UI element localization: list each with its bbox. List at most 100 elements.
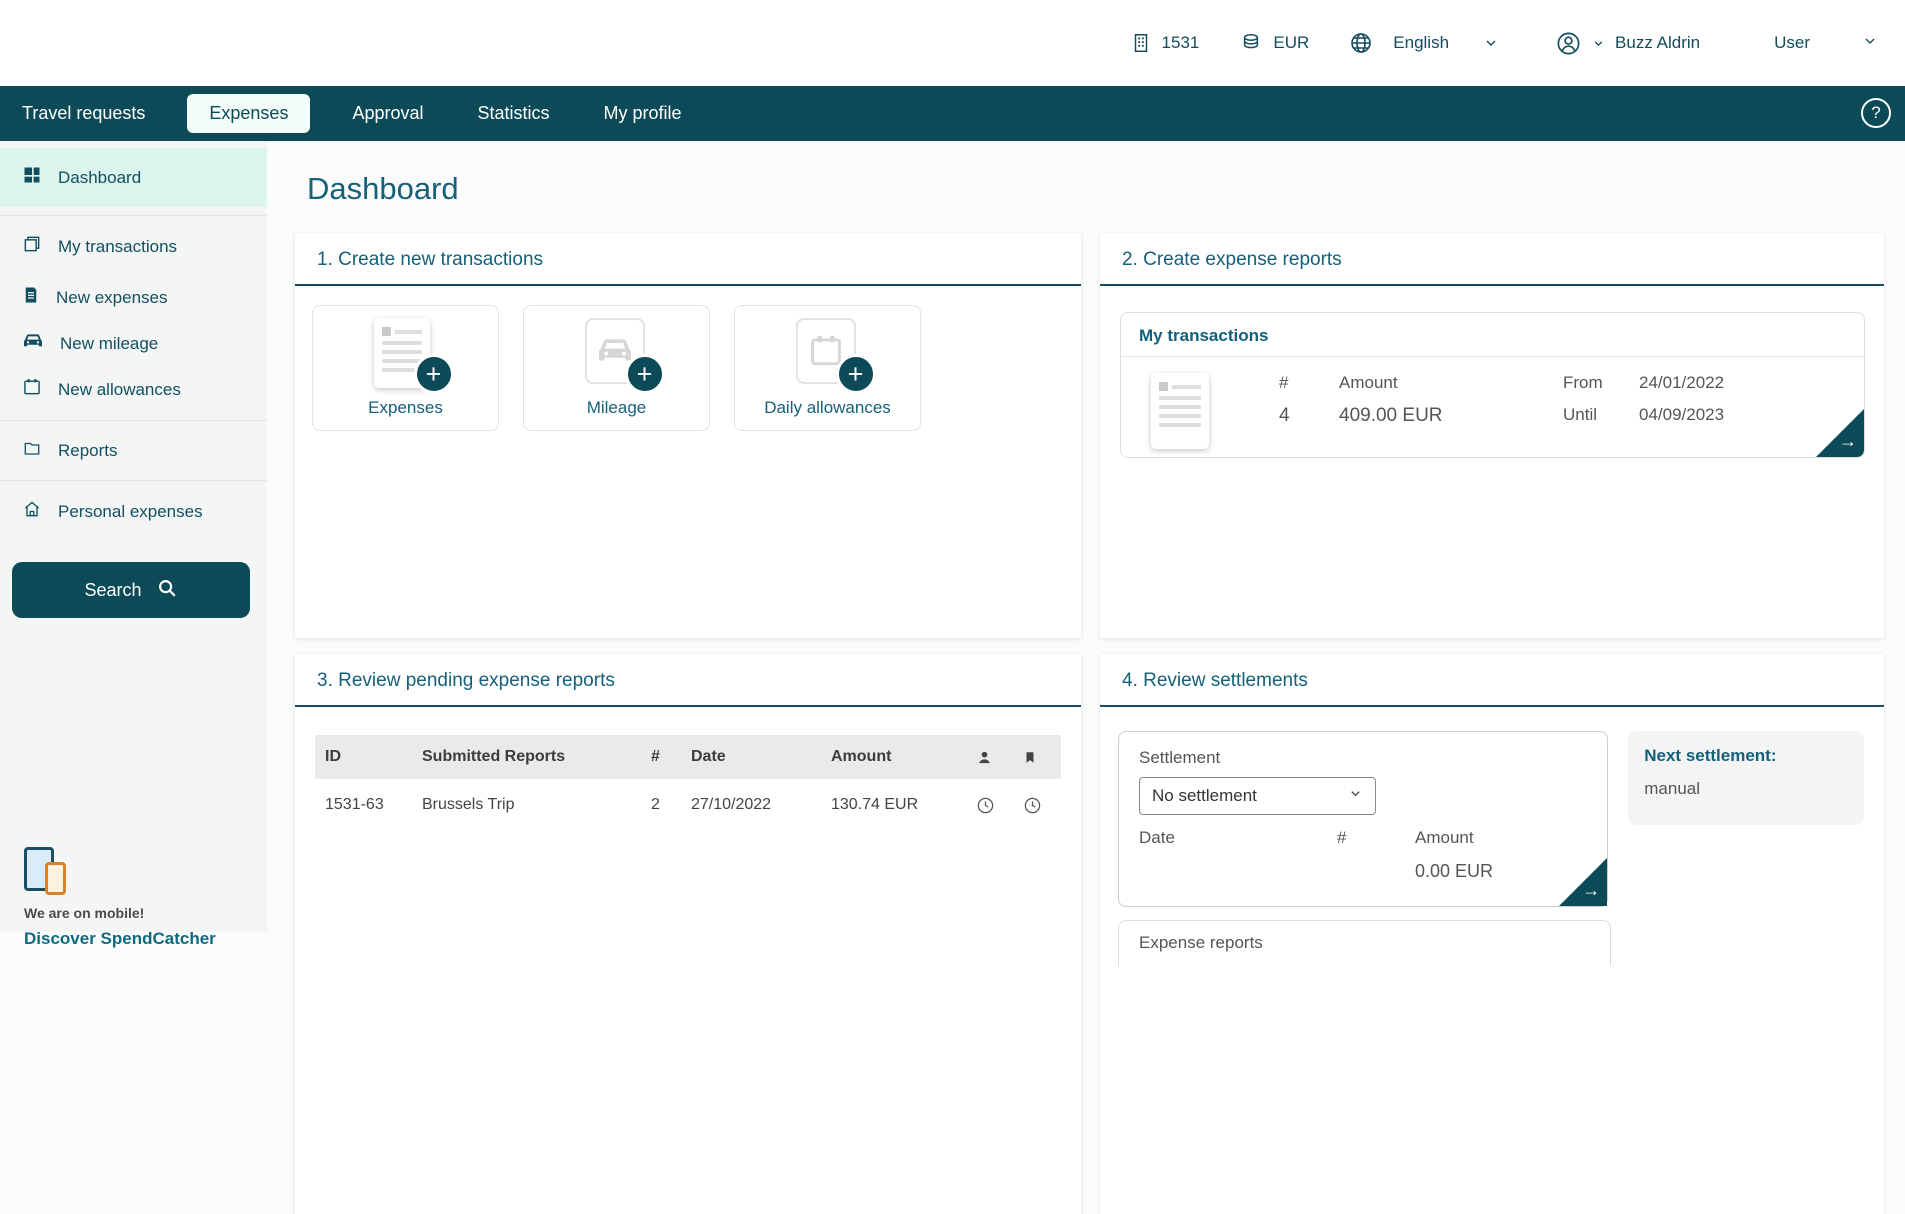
from-date: 24/01/2022 <box>1639 373 1724 393</box>
divider <box>0 215 267 216</box>
user-menu[interactable]: Buzz Aldrin <box>1555 30 1700 57</box>
entity-selector[interactable]: 1531 <box>1130 32 1200 54</box>
sidebar-item-label: New allowances <box>58 380 181 400</box>
report-name: Brussels Trip <box>422 796 651 814</box>
add-mileage-button[interactable]: + <box>625 354 665 394</box>
sidebar-item-reports[interactable]: Reports <box>0 429 267 472</box>
person-circle-icon <box>1555 30 1582 57</box>
tile-label: Mileage <box>587 398 647 418</box>
chevron-down-icon <box>1348 786 1363 806</box>
search-button[interactable]: Search <box>12 562 250 618</box>
sidebar-item-dashboard[interactable]: Dashboard <box>0 148 267 207</box>
sidebar-item-new-expenses[interactable]: New expenses <box>0 275 267 320</box>
partial-card: Expense reports <box>1118 920 1611 966</box>
report-id: 1531-63 <box>315 796 422 814</box>
from-label: From <box>1563 373 1625 393</box>
sidebar-item-label: Personal expenses <box>58 502 203 522</box>
person-icon <box>976 749 1023 766</box>
mobile-promo-title: We are on mobile! <box>24 905 216 921</box>
tile-label: Expenses <box>368 398 443 418</box>
mobile-promo-link[interactable]: Discover SpendCatcher <box>24 929 216 949</box>
chevron-down-icon <box>1483 35 1499 51</box>
sidebar-item-my-transactions[interactable]: My transactions <box>0 224 267 269</box>
sidebar-item-label: My transactions <box>58 237 177 257</box>
column-header-id: ID <box>315 748 422 766</box>
entity-id: 1531 <box>1162 33 1200 53</box>
language-selector[interactable]: English <box>1349 31 1499 55</box>
currency-selector[interactable]: EUR <box>1239 32 1309 54</box>
tab-my-profile[interactable]: My profile <box>592 94 694 133</box>
report-amount: 130.74 EUR <box>831 796 976 814</box>
tile-label: Daily allowances <box>764 398 891 418</box>
tile-new-mileage[interactable]: + Mileage <box>523 305 710 431</box>
phone-icon <box>45 862 66 895</box>
chevron-down-icon <box>1592 37 1605 50</box>
divider <box>0 480 267 481</box>
column-header-submitted-reports: Submitted Reports <box>422 748 651 766</box>
report-count: 2 <box>651 796 691 814</box>
role-selector[interactable]: User <box>1774 33 1878 54</box>
transactions-copy-icon <box>22 234 42 259</box>
main-navbar: Travel requests Expenses Approval Statis… <box>0 86 1905 141</box>
language-label: English <box>1393 33 1449 53</box>
add-allowance-button[interactable]: + <box>836 354 876 394</box>
add-expense-button[interactable]: + <box>414 354 454 394</box>
column-header-date: Date <box>691 748 831 766</box>
main-content: Dashboard 1. Create new transactions + <box>267 141 1905 932</box>
divider <box>0 420 267 421</box>
home-icon <box>22 499 42 524</box>
mobile-devices-icon <box>24 847 76 897</box>
sidebar-item-new-mileage[interactable]: New mileage <box>0 322 267 365</box>
sidebar-item-personal-expenses[interactable]: Personal expenses <box>0 489 267 534</box>
sidebar-item-label: Reports <box>58 441 118 461</box>
card-title: 3. Review pending expense reports <box>295 654 1081 705</box>
sidebar-item-new-allowances[interactable]: New allowances <box>0 367 267 412</box>
dashboard-grid-icon <box>22 165 42 190</box>
until-label: Until <box>1563 405 1625 425</box>
tile-new-expense[interactable]: + Expenses <box>312 305 499 431</box>
role-label: User <box>1774 33 1810 53</box>
tile-new-daily-allowance[interactable]: + Daily allowances <box>734 305 921 431</box>
currency-code: EUR <box>1273 33 1309 53</box>
column-header-amount: Amount <box>831 748 976 766</box>
calendar-icon <box>22 377 42 402</box>
transactions-amount: 409.00 EUR <box>1339 405 1539 427</box>
document-icon <box>22 285 40 310</box>
sidebar-item-label: New expenses <box>56 288 168 308</box>
tab-statistics[interactable]: Statistics <box>466 94 562 133</box>
transaction-count: 4 <box>1279 405 1339 427</box>
tab-travel-requests[interactable]: Travel requests <box>10 94 157 133</box>
amount-header: Amount <box>1339 373 1539 393</box>
partial-card-label: Expense reports <box>1139 933 1263 952</box>
transactions-document-icon <box>1151 373 1209 449</box>
card-create-expense-reports: 2. Create expense reports My transaction… <box>1100 233 1884 638</box>
count-header: # <box>1279 373 1339 393</box>
chevron-down-icon <box>1862 33 1878 54</box>
next-settlement-label: Next settlement: <box>1644 746 1848 766</box>
pending-status-clock-icon <box>976 796 1023 815</box>
settlement-select[interactable]: No settlement <box>1139 777 1376 815</box>
sidebar: Dashboard My transactions New expenses <box>0 141 267 932</box>
arrow-right-icon[interactable]: → <box>1582 880 1600 901</box>
search-button-label: Search <box>84 580 141 601</box>
my-transactions-summary: My transactions # 4 Amount 409.00 EUR <box>1120 312 1865 458</box>
card-title: 4. Review settlements <box>1100 654 1884 705</box>
car-icon <box>22 332 44 355</box>
card-title: 2. Create expense reports <box>1100 233 1884 284</box>
amount-header: Amount <box>1415 828 1587 848</box>
date-header: Date <box>1139 828 1337 848</box>
table-row[interactable]: 1531-63 Brussels Trip 2 27/10/2022 130.7… <box>315 779 1061 831</box>
tab-approval[interactable]: Approval <box>340 94 435 133</box>
divider <box>295 705 1081 707</box>
tab-expenses[interactable]: Expenses <box>187 94 310 133</box>
card-pending-expense-reports: 3. Review pending expense reports ID Sub… <box>295 654 1081 1214</box>
arrow-right-icon[interactable]: → <box>1839 431 1857 452</box>
pending-status-clock-icon <box>1023 796 1061 815</box>
card-create-transactions: 1. Create new transactions + Expenses <box>295 233 1081 638</box>
bookmark-icon <box>1023 749 1061 766</box>
report-date: 27/10/2022 <box>691 796 831 814</box>
page-title: Dashboard <box>307 171 1905 207</box>
help-icon[interactable]: ? <box>1861 98 1891 128</box>
count-header: # <box>1337 828 1415 848</box>
mobile-promo: We are on mobile! Discover SpendCatcher <box>24 847 216 949</box>
